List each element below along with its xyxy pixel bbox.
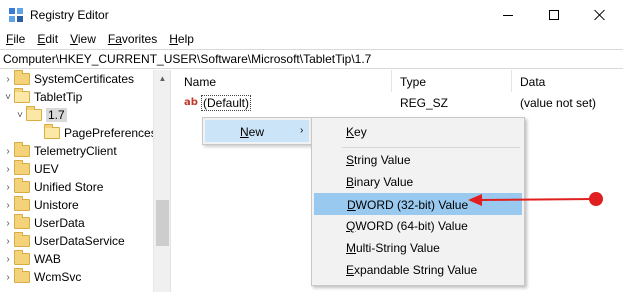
column-header-type[interactable]: Type	[392, 70, 512, 92]
chevron-right-icon[interactable]: ›	[2, 200, 14, 211]
tree-item[interactable]: › Unified Store	[2, 178, 103, 196]
tree-item-label: PagePreferences	[64, 126, 157, 140]
chevron-down-icon[interactable]: ˅	[14, 110, 26, 121]
folder-icon	[44, 124, 60, 139]
chevron-right-icon[interactable]: ›	[2, 164, 14, 175]
folder-icon	[14, 232, 30, 247]
tree-item[interactable]: › WAB	[2, 250, 61, 268]
submenu-multi-string-value[interactable]: Multi-String Value	[314, 237, 522, 259]
tree-item[interactable]: ˅ 1.7	[14, 106, 67, 124]
folder-icon	[14, 160, 30, 175]
tree-item[interactable]: › UserDataService	[2, 232, 125, 250]
value-name: (Default)	[201, 95, 252, 111]
tree-item[interactable]: › UserData	[2, 214, 85, 232]
minimize-icon	[503, 14, 513, 16]
tree-item-label: UEV	[34, 162, 59, 176]
chevron-right-icon[interactable]: ›	[2, 272, 14, 283]
address-bar[interactable]: Computer\HKEY_CURRENT_USER\Software\Micr…	[0, 49, 623, 69]
folder-icon	[14, 250, 30, 265]
maximize-icon	[549, 10, 559, 20]
maximize-button[interactable]	[531, 0, 577, 30]
tree-item-label: TelemetryClient	[34, 144, 117, 158]
folder-icon	[14, 196, 30, 211]
menu-view[interactable]: View	[64, 30, 102, 49]
submenu-separator	[342, 147, 520, 148]
new-label: New	[240, 125, 265, 139]
folder-icon	[14, 178, 30, 193]
submenu-binary-value[interactable]: Binary Value	[314, 171, 522, 193]
tree-item-label: WAB	[34, 252, 61, 266]
context-menu: New ›	[202, 117, 312, 145]
tree-item[interactable]: › SystemCertificates	[2, 70, 134, 88]
folder-icon	[26, 106, 42, 121]
context-menu-new[interactable]: New ›	[205, 120, 309, 142]
tree-item-label: SystemCertificates	[34, 72, 135, 86]
chevron-right-icon[interactable]: ›	[2, 146, 14, 157]
submenu-key[interactable]: Key	[314, 121, 522, 143]
tree-item[interactable]: › Unistore	[2, 196, 79, 214]
chevron-right-icon[interactable]: ›	[2, 236, 14, 247]
menu-help[interactable]: Help	[163, 30, 200, 49]
tree-item[interactable]: PagePreferences	[32, 124, 157, 142]
tree-item-label: WcmSvc	[34, 270, 82, 284]
folder-icon	[14, 88, 30, 103]
menu-edit[interactable]: Edit	[31, 30, 64, 49]
title-bar: Registry Editor	[0, 0, 623, 30]
value-row[interactable]: ab (Default) REG_SZ (value not set)	[176, 94, 623, 112]
close-button[interactable]	[577, 0, 623, 30]
registry-editor-icon	[9, 8, 23, 22]
folder-icon	[14, 214, 30, 229]
submenu-dword-value[interactable]: DWORD (32-bit) Value	[314, 193, 522, 215]
submenu-arrow-icon: ›	[300, 125, 304, 136]
column-header-data[interactable]: Data	[512, 70, 623, 92]
menu-file[interactable]: File	[0, 30, 31, 49]
tree-item-label: UserData	[34, 216, 85, 230]
submenu-string-value[interactable]: String Value	[314, 149, 522, 171]
registry-tree[interactable]: › SystemCertificates ˅ TabletTip ˅ 1.7 PagePre…	[0, 70, 170, 292]
tree-scrollbar[interactable]: ▲	[153, 70, 170, 292]
scroll-thumb[interactable]	[156, 200, 169, 246]
value-type: REG_SZ	[400, 96, 449, 110]
column-header-name[interactable]: Name	[176, 70, 392, 92]
chevron-right-icon[interactable]: ›	[2, 218, 14, 229]
tree-item[interactable]: ˅ TabletTip	[2, 88, 82, 106]
minimize-button[interactable]	[485, 0, 531, 30]
submenu-expandable-string-value[interactable]: Expandable String Value	[314, 259, 522, 281]
new-submenu: Key String Value Binary Value DWORD (32-…	[311, 117, 525, 286]
tree-item[interactable]: › UEV	[2, 160, 59, 178]
window-title: Registry Editor	[30, 8, 109, 22]
folder-icon	[14, 268, 30, 283]
scroll-up-icon[interactable]: ▲	[154, 70, 171, 87]
chevron-right-icon[interactable]: ›	[2, 254, 14, 265]
close-icon	[594, 9, 606, 21]
tree-item-label: TabletTip	[34, 90, 83, 104]
folder-icon	[14, 70, 30, 85]
tree-item-label: Unistore	[34, 198, 79, 212]
menu-favorites[interactable]: Favorites	[102, 30, 163, 49]
folder-icon	[14, 142, 30, 157]
tree-item[interactable]: › WcmSvc	[2, 268, 81, 286]
chevron-right-icon[interactable]: ›	[2, 74, 14, 85]
value-data: (value not set)	[520, 96, 597, 110]
menu-bar: File Edit View Favorites Help	[0, 30, 623, 49]
tree-item-label: Unified Store	[34, 180, 104, 194]
chevron-right-icon[interactable]: ›	[2, 182, 14, 193]
chevron-down-icon[interactable]: ˅	[2, 92, 14, 103]
tree-item[interactable]: › TelemetryClient	[2, 142, 117, 160]
tree-item-label: UserDataService	[34, 234, 125, 248]
submenu-qword-value[interactable]: QWORD (64-bit) Value	[314, 215, 522, 237]
tree-item-label: 1.7	[46, 108, 67, 122]
string-value-icon: ab	[184, 97, 198, 108]
